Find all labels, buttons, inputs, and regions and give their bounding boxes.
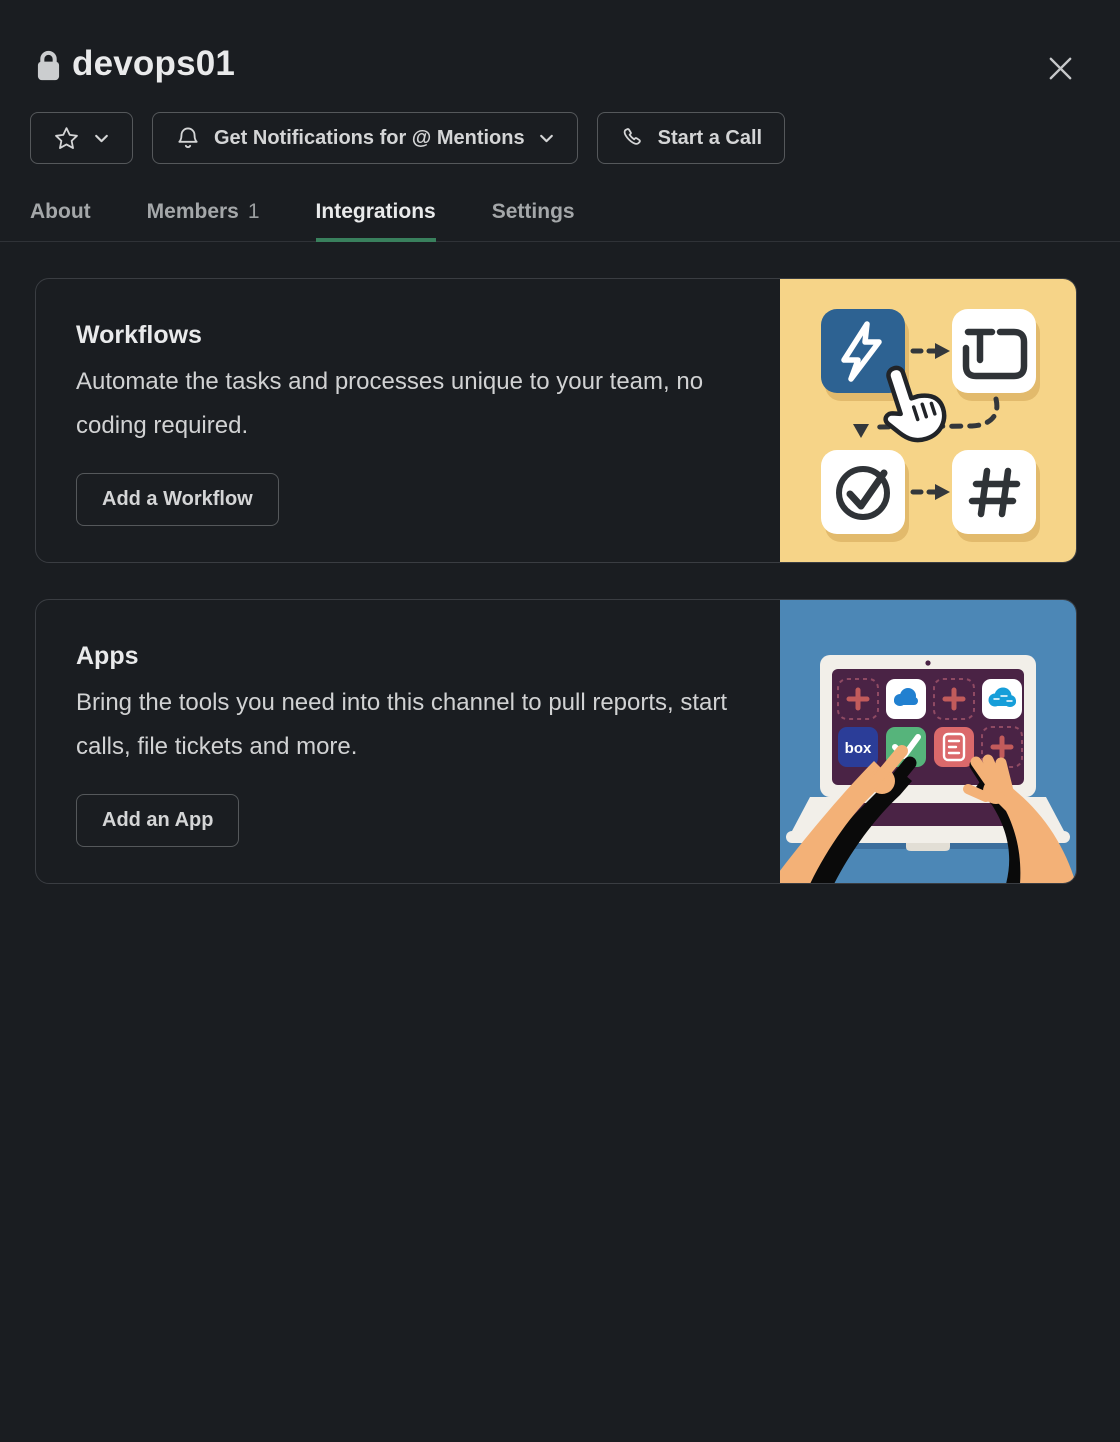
- page-title: devops01: [72, 44, 235, 84]
- start-call-label: Start a Call: [658, 127, 762, 150]
- apps-card-title: Apps: [76, 642, 740, 671]
- star-icon: [53, 125, 80, 152]
- apps-illustration: box: [780, 600, 1076, 883]
- workflows-card: Workflows Automate the tasks and process…: [35, 278, 1077, 563]
- apps-card-description: Bring the tools you need into this chann…: [76, 681, 740, 769]
- start-call-button[interactable]: Start a Call: [597, 112, 785, 164]
- text-step-icon: [952, 309, 1036, 393]
- tab-settings[interactable]: Settings: [492, 200, 575, 241]
- channel-actions-toolbar: Get Notifications for @ Mentions Start a…: [0, 112, 1120, 164]
- star-channel-button[interactable]: [30, 112, 133, 164]
- chevron-down-icon: [93, 130, 110, 147]
- salesforce-cloud-icon: [982, 679, 1022, 719]
- phone-icon: [620, 126, 645, 151]
- hashtag-icon: [952, 450, 1036, 534]
- integrations-panel: Workflows Automate the tasks and process…: [0, 242, 1120, 884]
- check-circle-icon: [821, 450, 905, 534]
- cloud-drive-icon: [886, 679, 926, 719]
- bell-icon: [175, 125, 201, 151]
- channel-details-dialog: devops01: [0, 0, 1120, 1442]
- lock-icon: [35, 49, 62, 82]
- apps-card: Apps Bring the tools you need into this …: [35, 599, 1077, 884]
- workflows-card-description: Automate the tasks and processes unique …: [76, 360, 740, 448]
- tab-integrations[interactable]: Integrations: [316, 200, 436, 241]
- add-workflow-button[interactable]: Add a Workflow: [76, 473, 279, 526]
- notification-preferences-button[interactable]: Get Notifications for @ Mentions: [152, 112, 578, 164]
- notification-button-label: Get Notifications for @ Mentions: [214, 127, 525, 150]
- workflows-card-title: Workflows: [76, 321, 740, 350]
- dialog-header: devops01: [0, 0, 1120, 84]
- tab-members[interactable]: Members1: [147, 200, 260, 241]
- close-icon: [1045, 53, 1076, 84]
- add-app-button[interactable]: Add an App: [76, 794, 239, 847]
- svg-text:box: box: [845, 740, 872, 757]
- members-count: 1: [248, 200, 260, 223]
- box-icon: box: [838, 727, 878, 767]
- tab-about[interactable]: About: [30, 200, 91, 241]
- workflows-illustration: [780, 279, 1076, 562]
- close-button[interactable]: [1042, 50, 1078, 86]
- e-logo-icon: [934, 727, 974, 767]
- chevron-down-icon: [538, 130, 555, 147]
- dialog-tabs: About Members1 Integrations Settings: [0, 164, 1120, 242]
